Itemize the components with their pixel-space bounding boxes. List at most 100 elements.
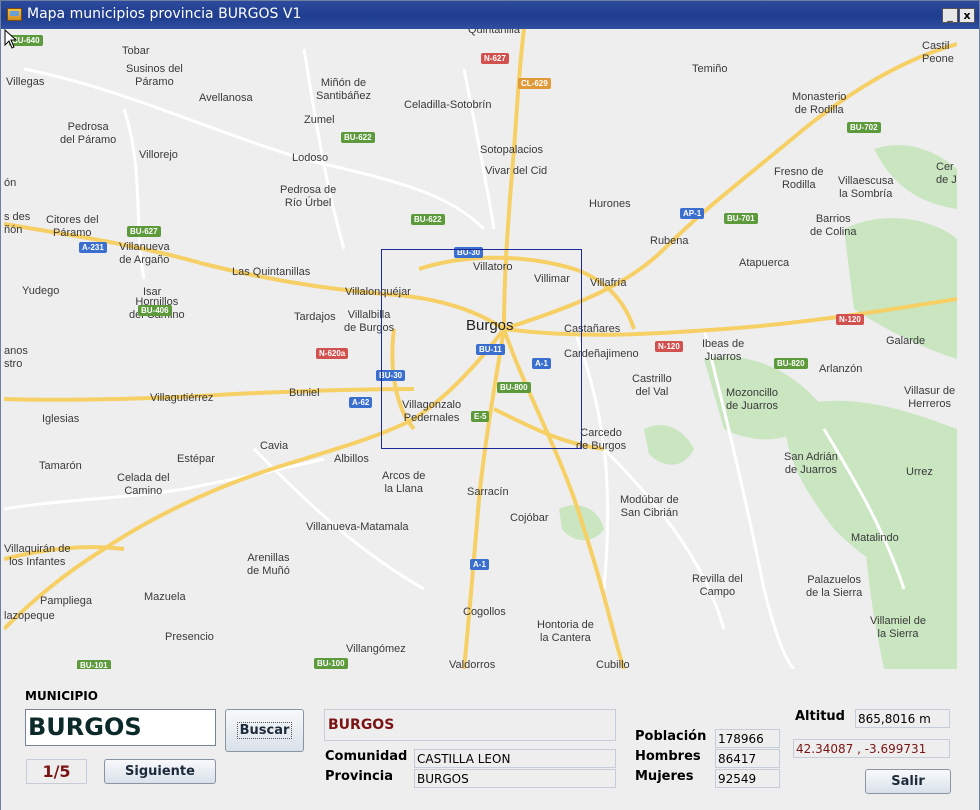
place-label: Citores del Páramo xyxy=(46,214,99,239)
place-label: Pedrosa de Río Úrbel xyxy=(280,184,337,209)
place-label: Cogollos xyxy=(463,606,506,618)
place-label: anos stro xyxy=(4,345,28,370)
municipio-label: MUNICIPIO xyxy=(25,689,98,703)
place-label: Cer de J xyxy=(936,161,957,186)
place-label: Quintanilla xyxy=(468,29,520,36)
place-label: Lodoso xyxy=(292,152,329,164)
place-label: Albillos xyxy=(334,453,369,465)
place-label: Castrillo del Val xyxy=(632,373,672,398)
mujeres-label: Mujeres xyxy=(635,769,694,784)
place-label: Tamarón xyxy=(39,460,82,472)
coordinates-value: 42.34087 , -3.699731 xyxy=(793,739,950,758)
road-shield: N-627 xyxy=(481,53,509,64)
place-label: Atapuerca xyxy=(739,257,790,269)
road-shield: BU-701 xyxy=(724,213,758,224)
place-label: Carcedo de Burgos xyxy=(576,427,627,452)
road-shield: AP-1 xyxy=(680,208,705,219)
place-label: Villanueva-Matamala xyxy=(306,521,409,533)
place-label: Fresno de Rodilla xyxy=(774,166,824,191)
place-label: Sarracín xyxy=(467,486,509,498)
altitud-label: Altitud xyxy=(795,709,845,724)
place-label: Estépar xyxy=(177,453,215,465)
place-label: Villafría xyxy=(590,277,627,289)
place-label: Hontoria de la Cantera xyxy=(537,619,594,644)
place-label: Villanueva de Argaño xyxy=(119,241,170,266)
app-icon xyxy=(7,8,22,21)
place-label: Galarde xyxy=(886,335,926,347)
road-shield: BU-702 xyxy=(847,122,881,133)
place-label: Zumel xyxy=(304,114,335,126)
place-label: Matalindo xyxy=(851,532,899,544)
place-label: Revilla del Campo xyxy=(692,573,743,598)
mouse-cursor-icon xyxy=(4,29,18,49)
place-label: Cubillo xyxy=(596,659,630,669)
app-window: Mapa municipios provincia BURGOS V1 _ x xyxy=(0,0,980,810)
place-label: Ibeas de Juarros xyxy=(702,338,745,363)
place-label: Arcos de la Llana xyxy=(382,470,426,495)
place-label: Mozoncillo de Juarros xyxy=(726,387,778,412)
selected-municipio-name: BURGOS xyxy=(324,709,616,741)
salir-button[interactable]: Salir xyxy=(865,769,951,794)
place-label: Monasterio de Rodilla xyxy=(792,91,847,116)
road-shield: A-1 xyxy=(470,559,489,570)
place-label: Temiño xyxy=(692,63,728,75)
place-label: Arenillas de Muñó xyxy=(247,552,290,577)
place-label: Barrios de Colina xyxy=(810,213,857,238)
place-label: Mazuela xyxy=(144,591,186,603)
close-button[interactable]: x xyxy=(959,8,975,23)
buscar-button[interactable]: Buscar xyxy=(225,709,304,752)
place-label: Susinos del Páramo xyxy=(126,63,183,88)
poblacion-label: Población xyxy=(635,729,707,744)
road-shield: A-231 xyxy=(79,242,107,253)
provincia-label: Provincia xyxy=(325,769,393,784)
place-label: Miñón de Santibáñez xyxy=(316,77,372,102)
municipio-input[interactable]: BURGOS xyxy=(25,709,216,746)
comunidad-value: CASTILLA LEON xyxy=(414,749,616,768)
place-label: Iglesias xyxy=(42,413,80,425)
place-label: Avellanosa xyxy=(199,92,253,104)
minimize-button[interactable]: _ xyxy=(942,8,958,23)
map-view[interactable]: Tobar Villegas Susinos del Páramo Avella… xyxy=(4,29,957,669)
place-label: Pampliega xyxy=(40,595,92,607)
selection-rectangle xyxy=(381,249,582,449)
place-label: ón xyxy=(4,177,17,189)
road-shield: BU-820 xyxy=(774,358,808,369)
place-label: Rubena xyxy=(650,235,689,247)
place-label: Villasur de Herreros xyxy=(904,385,956,410)
place-label: lazopeque xyxy=(4,610,55,622)
road-shield: BU-622 xyxy=(341,132,375,143)
road-shield: BU-406 xyxy=(138,305,172,316)
place-label: Castil Peone xyxy=(922,40,954,65)
place-label: Villagutiérrez xyxy=(150,392,214,404)
mujeres-value: 92549 xyxy=(715,769,780,788)
road-shield: N-120 xyxy=(655,341,683,352)
place-label: Cojóbar xyxy=(510,512,549,524)
hombres-value: 86417 xyxy=(715,749,780,768)
place-label: Yudego xyxy=(22,285,60,297)
place-label: Villorejo xyxy=(139,149,178,161)
siguiente-button[interactable]: Siguiente xyxy=(104,759,216,784)
road-shield: BU-622 xyxy=(411,214,445,225)
place-label: Hurones xyxy=(589,198,631,210)
place-label: Modúbar de San Cibrián xyxy=(620,494,679,519)
place-label: Villamiel de la Sierra xyxy=(870,615,927,640)
place-label: Villaescusa la Sombría xyxy=(838,175,894,200)
title-bar: Mapa municipios provincia BURGOS V1 _ x xyxy=(1,1,979,29)
road-shield: BU-627 xyxy=(127,226,161,237)
place-label: Celada del Camino xyxy=(117,472,170,497)
place-label: Celadilla-Sotobrín xyxy=(404,99,492,111)
place-label: Tardajos xyxy=(294,311,336,323)
road-shield: BU-100 xyxy=(314,658,348,669)
place-label: San Adrián de Juarros xyxy=(784,451,838,476)
place-label: Presencio xyxy=(165,631,214,643)
place-label: Vivar del Cid xyxy=(485,165,548,177)
place-label: Arlanzón xyxy=(819,363,863,375)
place-label: Las Quintanillas xyxy=(232,266,311,278)
place-label: Sotopalacios xyxy=(480,144,543,156)
window-title: Mapa municipios provincia BURGOS V1 xyxy=(27,6,302,22)
road-shield: CL-629 xyxy=(518,78,551,89)
road-shield: N-120 xyxy=(836,314,864,325)
place-label: Villegas xyxy=(6,76,45,88)
place-label: Cavia xyxy=(260,440,289,452)
road-shield: BU-101 xyxy=(77,660,111,669)
